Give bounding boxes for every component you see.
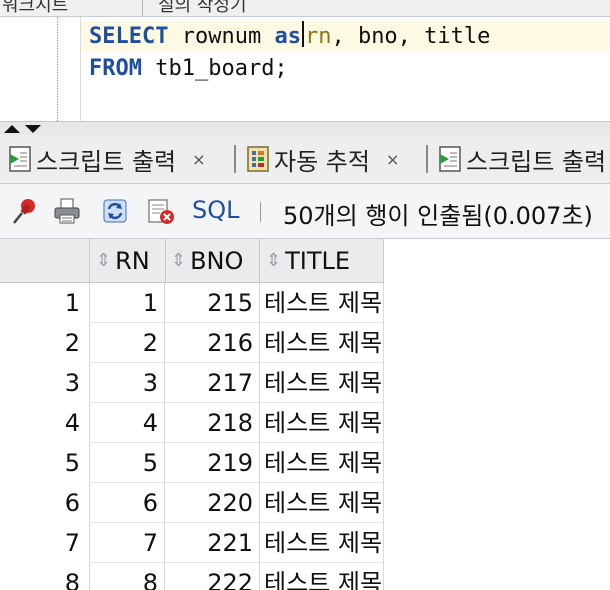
column-header-rn[interactable]: ⇕ RN — [89, 239, 166, 282]
cell-rn[interactable]: 8 — [89, 563, 165, 590]
pin-icon[interactable] — [10, 196, 40, 226]
grid-header: ⇕ RN ⇕ BNO ⇕ TITLE — [0, 239, 384, 283]
column-header-label: RN — [115, 246, 150, 275]
cell-bno[interactable]: 220 — [165, 483, 260, 523]
tab-divider — [234, 145, 236, 173]
row-number: 2 — [64, 329, 80, 357]
cell-bno[interactable]: 222 — [165, 563, 260, 590]
table-row[interactable]: 6 6 220 테스트 제목 — [0, 483, 384, 523]
script-output-icon — [438, 146, 462, 172]
cell-bno[interactable]: 216 — [165, 323, 260, 363]
cell-rn[interactable]: 3 — [89, 363, 165, 403]
toolbar-divider — [260, 202, 261, 222]
pane-splitter[interactable] — [0, 121, 610, 135]
autotrace-icon — [246, 146, 270, 172]
cell-rn[interactable]: 6 — [89, 483, 165, 523]
keyword-from: FROM — [89, 56, 142, 81]
alias-identifier: rn — [304, 24, 332, 49]
cell-title[interactable]: 테스트 제목 — [260, 483, 384, 523]
result-grid[interactable]: ⇕ RN ⇕ BNO ⇕ TITLE 1 1 215 테스트 제목 2 2 216 테… — [0, 239, 610, 590]
editor-gutter — [57, 17, 59, 121]
sort-icon: ⇕ — [171, 250, 187, 271]
tab-worksheet[interactable]: 워크시트 — [2, 0, 68, 16]
sql-editor[interactable]: SELECT rownum as rn, bno, title FROM tb1_… — [0, 17, 610, 121]
column-header-label: TITLE — [285, 246, 351, 275]
tab-script-output[interactable]: 스크립트 출력 × — [8, 135, 206, 183]
code-text: rownum — [168, 24, 275, 49]
table-row[interactable]: 2 2 216 테스트 제목 — [0, 323, 384, 363]
tab-label: 스크립트 출력 — [466, 147, 607, 176]
row-number: 8 — [64, 569, 80, 590]
table-row[interactable]: 8 8 222 테스트 제목 — [0, 563, 384, 590]
cell-title[interactable]: 테스트 제목 — [260, 563, 384, 590]
cell-rn[interactable]: 2 — [89, 323, 165, 363]
sort-icon: ⇕ — [96, 250, 112, 271]
row-number: 3 — [64, 369, 80, 397]
refresh-icon[interactable] — [100, 196, 130, 226]
keyword-as: as — [274, 24, 301, 49]
result-toolbar: SQL 50개의 행이 인출됨(0.007초) — [0, 184, 610, 239]
cell-rn[interactable]: 4 — [89, 403, 165, 443]
table-row[interactable]: 3 3 217 테스트 제목 — [0, 363, 384, 403]
print-icon[interactable] — [52, 196, 82, 226]
table-row[interactable]: 5 5 219 테스트 제목 — [0, 443, 384, 483]
cell-bno[interactable]: 221 — [165, 523, 260, 563]
row-number: 7 — [64, 529, 80, 557]
cell-title[interactable]: 테스트 제목 — [260, 363, 384, 403]
maximize-up-arrow-icon[interactable] — [4, 125, 20, 133]
text-caret — [301, 21, 304, 47]
cell-rn[interactable]: 5 — [89, 443, 165, 483]
table-row[interactable]: 1 1 215 테스트 제목 — [0, 283, 384, 323]
column-header-title[interactable]: ⇕ TITLE — [260, 239, 384, 282]
cell-bno[interactable]: 218 — [165, 403, 260, 443]
tab-label: 스크립트 출력 — [36, 147, 177, 176]
row-number: 4 — [64, 409, 80, 437]
row-number: 5 — [64, 449, 80, 477]
close-icon[interactable]: × — [192, 150, 205, 169]
code-text: tb1_board; — [141, 56, 288, 81]
table-row[interactable]: 7 7 221 테스트 제목 — [0, 523, 384, 563]
column-header-label: BNO — [190, 246, 244, 275]
tab-divider — [426, 145, 428, 173]
tab-query-builder[interactable]: 질의 작성기 — [158, 0, 247, 16]
script-output-icon — [8, 146, 32, 172]
cell-bno[interactable]: 215 — [165, 283, 260, 323]
cell-rn[interactable]: 1 — [89, 283, 165, 323]
code-line-2[interactable]: FROM tb1_board; — [89, 53, 288, 85]
tab-autotrace[interactable]: 자동 추적 × — [246, 135, 399, 183]
tab-label: 자동 추적 — [274, 147, 370, 176]
clear-icon[interactable] — [146, 196, 176, 226]
cell-bno[interactable]: 219 — [165, 443, 260, 483]
cell-title[interactable]: 테스트 제목 — [260, 403, 384, 443]
tab-divider — [142, 0, 143, 16]
column-header-bno[interactable]: ⇕ BNO — [165, 239, 260, 282]
cell-title[interactable]: 테스트 제목 — [260, 323, 384, 363]
cell-bno[interactable]: 217 — [165, 363, 260, 403]
code-line-1[interactable]: SELECT rownum as rn, bno, title — [89, 21, 490, 53]
cell-title[interactable]: 테스트 제목 — [260, 443, 384, 483]
close-icon[interactable]: × — [386, 150, 399, 169]
sort-icon: ⇕ — [266, 250, 282, 271]
code-text: , bno, title — [331, 24, 491, 49]
tab-script-output-2[interactable]: 스크립트 출력 — [438, 135, 606, 183]
sql-button[interactable]: SQL — [192, 196, 240, 224]
cell-title[interactable]: 테스트 제목 — [260, 283, 384, 323]
output-tab-bar: 스크립트 출력 × 자동 추적 × 스크립트 출력 — [0, 135, 610, 184]
row-number: 1 — [64, 289, 80, 317]
worksheet-tab-strip: 워크시트 질의 작성기 — [0, 0, 610, 17]
cell-title[interactable]: 테스트 제목 — [260, 523, 384, 563]
minimize-down-arrow-icon[interactable] — [25, 125, 41, 133]
fetch-status-text: 50개의 행이 인출됨(0.007초) — [283, 202, 593, 230]
table-row[interactable]: 4 4 218 테스트 제목 — [0, 403, 384, 443]
cell-rn[interactable]: 7 — [89, 523, 165, 563]
keyword-select: SELECT — [89, 24, 169, 49]
row-number: 6 — [64, 489, 80, 517]
